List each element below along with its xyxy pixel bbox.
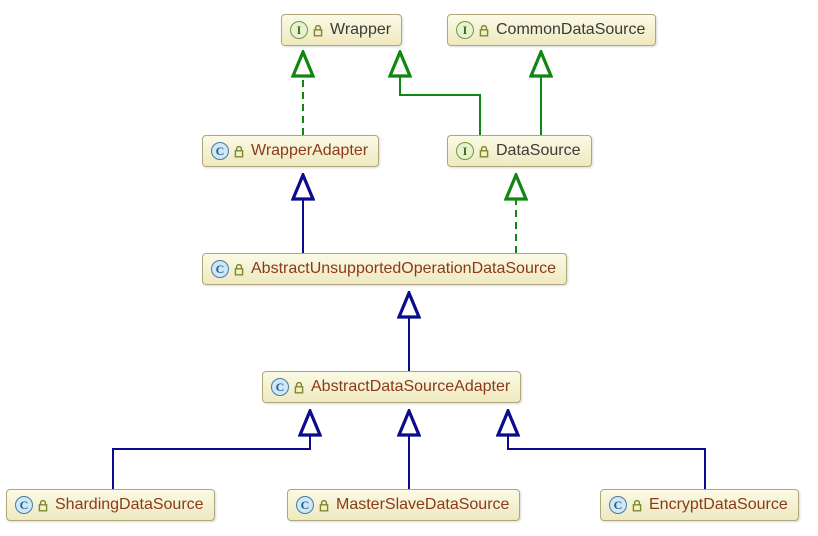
node-label: MasterSlaveDataSource bbox=[336, 496, 509, 514]
class-icon: C bbox=[15, 496, 33, 514]
node-label: WrapperAdapter bbox=[251, 142, 368, 160]
node-label: DataSource bbox=[496, 142, 581, 160]
lock-icon bbox=[318, 500, 330, 512]
node-label: ShardingDataSource bbox=[55, 496, 204, 514]
node-wrapper-adapter[interactable]: C WrapperAdapter bbox=[202, 135, 379, 167]
node-sharding-data-source[interactable]: C ShardingDataSource bbox=[6, 489, 215, 521]
lock-icon bbox=[478, 25, 490, 37]
node-encrypt-data-source[interactable]: C EncryptDataSource bbox=[600, 489, 799, 521]
lock-icon bbox=[478, 146, 490, 158]
node-label: EncryptDataSource bbox=[649, 496, 788, 514]
node-data-source[interactable]: I DataSource bbox=[447, 135, 592, 167]
lock-icon bbox=[233, 146, 245, 158]
node-label: AbstractDataSourceAdapter bbox=[311, 378, 510, 396]
node-abstract-unsupported-operation-data-source[interactable]: C AbstractUnsupportedOperationDataSource bbox=[202, 253, 567, 285]
interface-icon: I bbox=[456, 21, 474, 39]
node-master-slave-data-source[interactable]: C MasterSlaveDataSource bbox=[287, 489, 520, 521]
node-label: Wrapper bbox=[330, 21, 391, 39]
node-abstract-data-source-adapter[interactable]: C AbstractDataSourceAdapter bbox=[262, 371, 521, 403]
class-icon: C bbox=[211, 142, 229, 160]
class-icon: C bbox=[211, 260, 229, 278]
lock-icon bbox=[631, 500, 643, 512]
class-icon: C bbox=[609, 496, 627, 514]
interface-icon: I bbox=[290, 21, 308, 39]
interface-icon: I bbox=[456, 142, 474, 160]
node-label: CommonDataSource bbox=[496, 21, 645, 39]
node-common-data-source[interactable]: I CommonDataSource bbox=[447, 14, 656, 46]
lock-icon bbox=[312, 25, 324, 37]
class-icon: C bbox=[271, 378, 289, 396]
class-icon: C bbox=[296, 496, 314, 514]
node-wrapper[interactable]: I Wrapper bbox=[281, 14, 402, 46]
lock-icon bbox=[293, 382, 305, 394]
lock-icon bbox=[233, 264, 245, 276]
node-label: AbstractUnsupportedOperationDataSource bbox=[251, 260, 556, 278]
lock-icon bbox=[37, 500, 49, 512]
